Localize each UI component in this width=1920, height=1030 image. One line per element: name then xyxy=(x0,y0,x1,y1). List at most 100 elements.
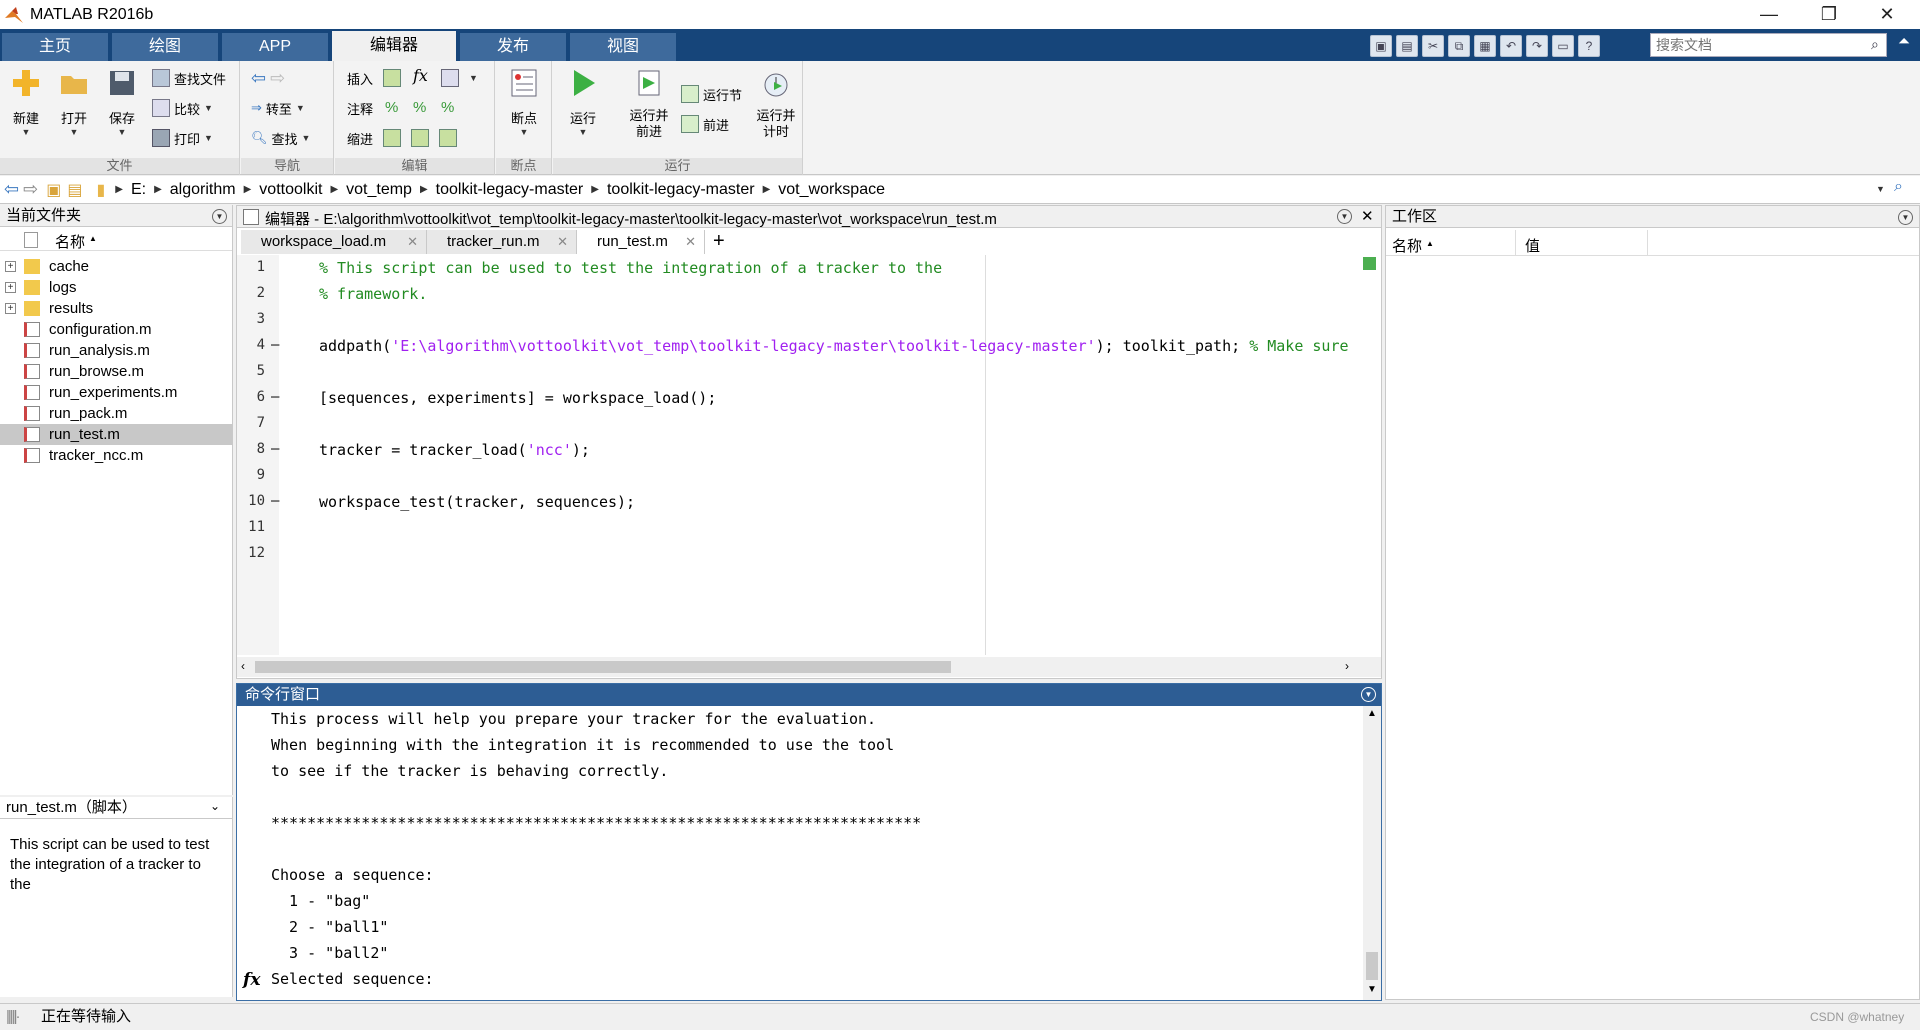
folder-item[interactable]: + cache xyxy=(0,256,232,277)
insert-chart-icon[interactable] xyxy=(441,69,459,87)
indent-button[interactable]: 缩进 xyxy=(347,127,373,149)
smart-indent-icon[interactable] xyxy=(383,129,401,147)
breadcrumb[interactable]: algorithm xyxy=(170,181,236,199)
switch-windows-icon[interactable]: ▭ xyxy=(1552,34,1574,57)
find-button[interactable]: 🔍︎ 查找 ▼ xyxy=(251,127,310,149)
new-button[interactable]: 新建 ▼ xyxy=(4,67,48,137)
scroll-up-icon[interactable]: ▲ xyxy=(1367,708,1377,719)
collapse-ribbon-icon[interactable]: ⏶ xyxy=(1898,33,1910,50)
ws-name-header[interactable]: 名称 xyxy=(1392,235,1422,256)
tab-publish[interactable]: 发布 xyxy=(460,33,566,61)
tab-workspace-load[interactable]: workspace_load.m ✕ xyxy=(241,230,427,254)
decrease-indent-icon[interactable] xyxy=(439,129,457,147)
undo-icon[interactable]: ↶ xyxy=(1500,34,1522,57)
folder-item[interactable]: + results xyxy=(0,298,232,319)
tab-plots[interactable]: 绘图 xyxy=(112,33,218,61)
tab-tracker-run[interactable]: tracker_run.m ✕ xyxy=(427,230,577,254)
expand-icon[interactable]: + xyxy=(5,303,16,314)
command-output[interactable]: This process will help you prepare your … xyxy=(237,706,1363,1000)
code-area[interactable]: 1 % This script can be used to test the i… xyxy=(237,255,1357,655)
increase-indent-icon[interactable] xyxy=(411,129,429,147)
search-documentation-input[interactable] xyxy=(1650,33,1887,57)
tab-editor[interactable]: 编辑器 xyxy=(332,31,456,61)
close-tab-icon[interactable]: ✕ xyxy=(557,230,568,254)
run-and-advance-button[interactable]: 运行并 前进 xyxy=(621,67,677,140)
breadcrumb[interactable]: vottoolkit xyxy=(259,181,322,199)
code-analyzer-status-icon[interactable] xyxy=(1363,257,1376,270)
run-section-button[interactable]: 运行节 xyxy=(681,83,742,105)
breadcrumb[interactable]: toolkit-legacy-master xyxy=(607,181,755,199)
copy-icon[interactable]: ⧉ xyxy=(1448,34,1470,57)
compare-button[interactable]: 比较 ▼ xyxy=(152,97,213,119)
run-button[interactable]: 运行 ▼ xyxy=(561,67,605,137)
scroll-right-icon[interactable]: › xyxy=(1345,659,1349,673)
file-item[interactable]: run_browse.m xyxy=(0,361,232,382)
file-item[interactable]: run_analysis.m xyxy=(0,340,232,361)
folder-item[interactable]: + logs xyxy=(0,277,232,298)
forward-icon[interactable]: ⇨ xyxy=(23,179,38,200)
scroll-down-icon[interactable]: ▼ xyxy=(1367,984,1377,995)
goto-button[interactable]: ⇒ 转至 ▼ xyxy=(251,97,305,119)
code-line[interactable]: addpath('E:\algorithm\vottoolkit\vot_tem… xyxy=(319,337,1349,355)
breakpoints-button[interactable]: 断点 ▼ xyxy=(502,67,546,137)
ws-value-header[interactable]: 值 xyxy=(1525,235,1540,256)
breakpoint-marker[interactable]: — xyxy=(271,389,279,405)
file-item[interactable]: tracker_ncc.m xyxy=(0,445,232,466)
command-window-actions-icon[interactable]: ▼ xyxy=(1361,687,1376,702)
expand-icon[interactable]: + xyxy=(5,261,16,272)
print-button[interactable]: 打印 ▼ xyxy=(152,127,213,149)
help-icon[interactable]: ? xyxy=(1578,34,1600,57)
close-tab-icon[interactable]: ✕ xyxy=(685,230,696,254)
file-item[interactable]: run_experiments.m xyxy=(0,382,232,403)
editor-actions-icon[interactable]: ▼ xyxy=(1337,209,1352,224)
breadcrumb[interactable]: vot_temp xyxy=(346,181,412,199)
up-folder-icon[interactable]: ▣ xyxy=(46,180,61,200)
scroll-left-icon[interactable]: ‹ xyxy=(241,659,245,673)
close-window-button[interactable]: ✕ xyxy=(1858,0,1916,29)
search-folder-icon[interactable]: ⌕ xyxy=(1894,178,1903,196)
insert-function-icon[interactable]: fx xyxy=(413,66,428,85)
insert-section-icon[interactable] xyxy=(383,69,401,87)
workspace-actions-icon[interactable]: ▼ xyxy=(1898,210,1913,225)
chevron-down-icon[interactable]: ⌄ xyxy=(210,799,220,813)
browse-folder-icon[interactable]: ▤ xyxy=(67,180,82,200)
uncomment-icon[interactable]: % xyxy=(413,99,426,116)
tab-run-test[interactable]: run_test.m ✕ xyxy=(577,230,705,254)
layout-icon[interactable]: ▣ xyxy=(1370,34,1392,57)
maximize-button[interactable]: ❐ xyxy=(1800,0,1858,29)
breakpoint-marker[interactable]: — xyxy=(271,493,279,509)
redo-icon[interactable]: ↷ xyxy=(1526,34,1548,57)
run-and-time-button[interactable]: 运行并 计时 xyxy=(751,67,801,140)
scroll-thumb[interactable] xyxy=(255,661,951,673)
minimize-button[interactable]: — xyxy=(1740,0,1798,29)
wrap-comment-icon[interactable]: % xyxy=(441,99,454,116)
advance-button[interactable]: 前进 xyxy=(681,113,729,135)
tab-view[interactable]: 视图 xyxy=(570,33,676,61)
scroll-thumb[interactable] xyxy=(1366,952,1378,980)
tab-apps[interactable]: APP xyxy=(222,33,328,61)
code-line[interactable]: % This script can be used to test the in… xyxy=(319,259,1349,277)
breadcrumb[interactable]: toolkit-legacy-master xyxy=(436,181,584,199)
insert-dropdown-icon[interactable]: ▼ xyxy=(469,73,478,83)
open-button[interactable]: 打开 ▼ xyxy=(52,67,96,137)
panel-actions-icon[interactable]: ▼ xyxy=(212,209,227,224)
vertical-scrollbar[interactable]: ▲ ▼ xyxy=(1363,706,1381,1000)
name-column-header[interactable]: 名称 xyxy=(55,231,85,252)
cut-icon[interactable]: ✂ xyxy=(1422,34,1444,57)
function-browser-icon[interactable]: fx xyxy=(243,970,260,990)
paste-icon[interactable]: ▦ xyxy=(1474,34,1496,57)
save-button[interactable]: 保存 ▼ xyxy=(100,67,144,137)
code-line[interactable]: workspace_test(tracker, sequences); xyxy=(319,493,1349,511)
save-icon[interactable]: ▤ xyxy=(1396,34,1418,57)
close-editor-icon[interactable]: ✕ xyxy=(1361,207,1374,225)
back-nav-button[interactable]: ⇦ ⇨ xyxy=(251,67,285,89)
file-item-selected[interactable]: run_test.m xyxy=(0,424,232,445)
comment-button[interactable]: 注释 xyxy=(347,97,373,119)
address-dropdown-icon[interactable]: ▼ xyxy=(1876,184,1885,194)
code-line[interactable]: % framework. xyxy=(319,285,1349,303)
file-item[interactable]: configuration.m xyxy=(0,319,232,340)
back-icon[interactable]: ⇦ xyxy=(4,179,19,200)
breakpoint-marker[interactable]: — xyxy=(271,337,279,353)
breakpoint-marker[interactable]: — xyxy=(271,441,279,457)
tab-home[interactable]: 主页 xyxy=(2,33,108,61)
